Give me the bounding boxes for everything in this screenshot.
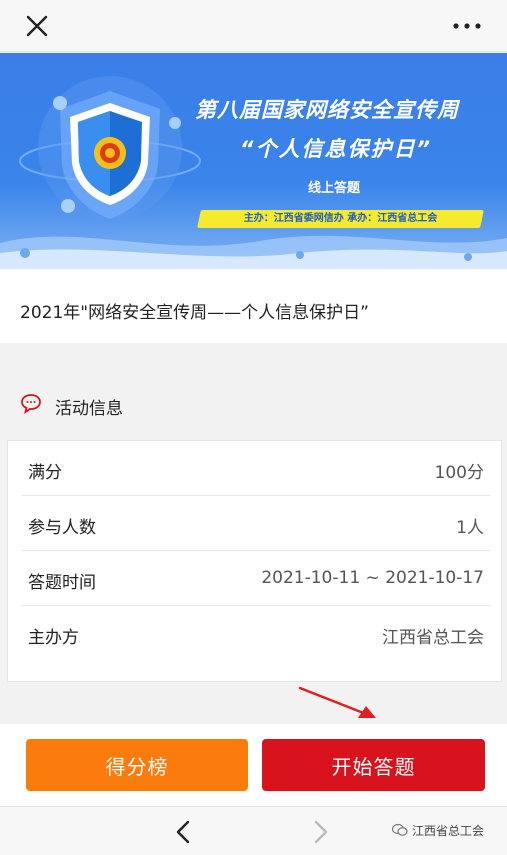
wechat-icon: [392, 823, 408, 836]
info-value: 100分: [434, 463, 484, 483]
info-key: 主办方: [28, 628, 79, 648]
speech-bubble-icon: [21, 394, 41, 414]
top-bar: [0, 0, 507, 52]
info-row-participants: 参与人数 1人: [22, 496, 490, 551]
banner-organizers: 主办：江西省委网信办 承办：江西省总工会: [197, 210, 484, 228]
watermark-text: 江西省总工会: [412, 824, 485, 838]
info-key: 满分: [28, 463, 62, 483]
info-key: 参与人数: [28, 518, 96, 538]
banner: 第八届国家网络安全宣传周 “个人信息保护日” 线上答题 主办：江西省委网信办 承…: [0, 53, 507, 269]
start-quiz-button[interactable]: 开始答题: [262, 739, 485, 791]
more-dots-icon[interactable]: [449, 11, 485, 41]
section-header: 活动信息: [0, 386, 507, 424]
close-icon[interactable]: [22, 11, 52, 41]
browser-nav-bar: 江西省总工会: [0, 806, 507, 855]
info-value: 江西省总工会: [382, 628, 484, 648]
activity-title: 2021年"网络安全宣传周——个人信息保护日”: [20, 303, 369, 323]
info-row-full-score: 满分 100分: [22, 441, 490, 496]
banner-subtitle: 线上答题: [308, 181, 361, 196]
back-arrow-icon[interactable]: [172, 819, 196, 845]
info-key: 答题时间: [28, 573, 96, 593]
activity-info-card: 满分 100分 参与人数 1人 答题时间 2021-10-11 ~ 2021-1…: [7, 440, 502, 682]
info-row-time: 答题时间 2021-10-11 ~ 2021-10-17: [22, 551, 490, 606]
leaderboard-button[interactable]: 得分榜: [26, 739, 248, 791]
forward-arrow-icon[interactable]: [308, 819, 332, 845]
activity-title-box: 2021年"网络安全宣传周——个人信息保护日”: [0, 269, 507, 343]
info-value: 2021-10-11 ~ 2021-10-17: [261, 568, 484, 588]
section-label: 活动信息: [55, 399, 123, 419]
banner-title-line2: “个人信息保护日”: [240, 137, 433, 161]
banner-title-line1: 第八届国家网络安全宣传周: [195, 98, 459, 122]
info-row-organizer: 主办方 江西省总工会: [22, 606, 490, 661]
info-value: 1人: [456, 518, 484, 538]
annotation-arrow-icon: [298, 686, 376, 718]
